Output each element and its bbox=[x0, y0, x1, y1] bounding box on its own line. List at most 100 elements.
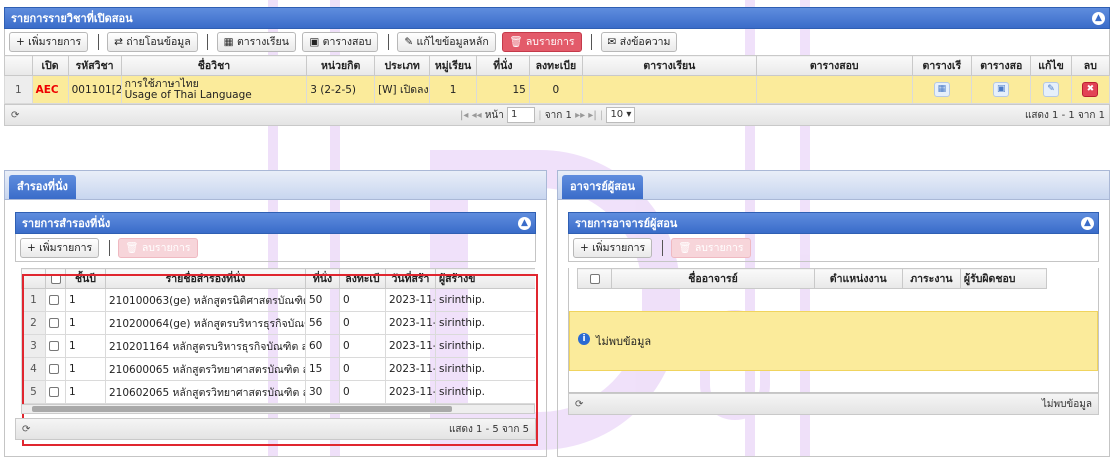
horizontal-scrollbar[interactable] bbox=[21, 404, 535, 414]
tab-reservation[interactable]: สำรองที่นั่ง bbox=[9, 175, 76, 199]
reservation-section: สำรองที่นั่ง รายการสำรองที่นั่ง ▲ + เพิ่… bbox=[4, 170, 547, 457]
refresh-icon[interactable]: ⟳ bbox=[575, 394, 583, 416]
separator bbox=[661, 240, 663, 256]
reservation-pager: ⟳ แสดง 1 - 5 จาก 5 bbox=[15, 418, 536, 440]
col-header[interactable]: ชื่อวิชา bbox=[120, 55, 308, 76]
collapse-icon[interactable]: ▲ bbox=[1081, 217, 1094, 230]
reservation-panel-title: รายการสำรองที่นั่ง bbox=[22, 217, 111, 230]
add-reservation-button[interactable]: + เพิ่มรายการ bbox=[20, 238, 100, 258]
pencil-icon: ✎ bbox=[404, 36, 417, 48]
timetable-icon[interactable]: ▦ bbox=[933, 82, 950, 97]
trash-icon: 🗑 bbox=[678, 242, 695, 254]
collapse-icon[interactable]: ▲ bbox=[518, 217, 531, 230]
credit: 3 (2-2-5) bbox=[306, 75, 376, 104]
col-header[interactable]: ชื่ออาจารย์ bbox=[611, 268, 815, 289]
delete-icon[interactable]: ✖ bbox=[1082, 82, 1099, 97]
course-code: 001101[2] bbox=[67, 75, 122, 104]
course-panel: รายการรายวิชาที่เปิดสอน ▲ + เพิ่มรายการ … bbox=[4, 7, 1111, 126]
col-header[interactable]: ลงทะเบีย bbox=[528, 55, 583, 76]
info-icon: i bbox=[578, 333, 590, 345]
reservation-toolbar: + เพิ่มรายการ 🗑 ลบรายการ bbox=[15, 234, 536, 262]
reservation-tabbar: สำรองที่นั่ง bbox=[4, 170, 547, 200]
separator bbox=[591, 34, 593, 50]
course-name: การใช้ภาษาไทย Usage of Thai Language bbox=[120, 75, 308, 104]
col-header[interactable]: ที่นั่ง bbox=[475, 55, 530, 76]
course-table-header: เปิด รหัสวิชา ชื่อวิชา หน่วยกิต ประเภท ห… bbox=[4, 55, 1111, 76]
transfer-button[interactable]: ⇄ ถ่ายโอนข้อมูล bbox=[107, 32, 198, 52]
edit-icon[interactable]: ✎ bbox=[1043, 82, 1060, 97]
course-table: เปิด รหัสวิชา ชื่อวิชา หน่วยกิต ประเภท ห… bbox=[4, 55, 1111, 104]
col-header[interactable]: ตารางเรียน bbox=[581, 55, 757, 76]
col-header[interactable]: หมู่เรียน bbox=[429, 55, 477, 76]
section: 1 bbox=[429, 75, 477, 104]
col-header[interactable]: ประเภท bbox=[374, 55, 431, 76]
instructor-pager: ⟳ ไม่พบข้อมูล bbox=[568, 393, 1099, 415]
instructor-panel-header: รายการอาจารย์ผู้สอน ▲ bbox=[568, 212, 1099, 234]
delete-instructor-button[interactable]: 🗑 ลบรายการ bbox=[671, 238, 751, 258]
col-header[interactable]: ตารางสอบ bbox=[755, 55, 913, 76]
seats: 15 bbox=[475, 75, 530, 104]
col-header[interactable]: แก้ไข bbox=[1030, 55, 1072, 76]
refresh-icon[interactable]: ⟳ bbox=[22, 419, 30, 441]
prev-page-icon[interactable]: ◂◂ bbox=[472, 110, 482, 121]
trash-icon: 🗑 bbox=[509, 36, 526, 48]
course-pager: ⟳ |◂ ◂◂ หน้า 1 | จาก 1 ▸▸ ▸| | 10 ▾ แสดง… bbox=[4, 104, 1110, 126]
course-panel-title: รายการรายวิชาที่เปิดสอน bbox=[11, 12, 133, 25]
edit-main-button[interactable]: ✎ แก้ไขข้อมูลหลัก bbox=[397, 32, 496, 52]
col-header[interactable]: ตารางสอ bbox=[971, 55, 1032, 76]
col-header[interactable]: ตำแหน่งงาน bbox=[813, 268, 903, 289]
first-page-icon[interactable]: |◂ bbox=[460, 110, 468, 121]
separator bbox=[207, 34, 209, 50]
col-header[interactable]: ภาระงาน bbox=[901, 268, 961, 289]
exam-button[interactable]: ▣ ตารางสอบ bbox=[302, 32, 379, 52]
exam-icon: ▣ bbox=[309, 36, 323, 48]
pager-info: แสดง 1 - 1 จาก 1 bbox=[1024, 110, 1105, 121]
col-header[interactable]: ลบ bbox=[1070, 55, 1111, 76]
empty-state: i ไม่พบข้อมูล bbox=[569, 311, 1098, 371]
instructor-tabbar: อาจารย์ผู้สอน bbox=[557, 170, 1110, 200]
course-toolbar: + เพิ่มรายการ ⇄ ถ่ายโอนข้อมูล ▦ ตารางเรี… bbox=[4, 29, 1110, 55]
message-button[interactable]: ✉ ส่งข้อความ bbox=[600, 32, 678, 52]
page-size-select[interactable]: 10 ▾ bbox=[606, 107, 636, 123]
timetable-button[interactable]: ▦ ตารางเรียน bbox=[216, 32, 296, 52]
reservation-panel-header: รายการสำรองที่นั่ง ▲ bbox=[15, 212, 536, 234]
instructor-table-header: ชื่ออาจารย์ ตำแหน่งงาน ภาระงาน ผู้รับผิด… bbox=[576, 268, 1048, 289]
add-button[interactable]: + เพิ่มรายการ bbox=[9, 32, 89, 52]
page-label: หน้า bbox=[484, 110, 504, 121]
col-header[interactable]: ตารางเรี bbox=[911, 55, 973, 76]
course-panel-header: รายการรายวิชาที่เปิดสอน ▲ bbox=[4, 7, 1110, 29]
envelope-icon: ✉ bbox=[607, 36, 620, 48]
delete-reservation-button[interactable]: 🗑 ลบรายการ bbox=[118, 238, 198, 258]
pager-info: แสดง 1 - 5 จาก 5 bbox=[448, 424, 529, 435]
col-header[interactable]: เปิด bbox=[31, 55, 69, 76]
separator bbox=[387, 34, 389, 50]
calendar-icon: ▦ bbox=[223, 36, 237, 48]
last-page-icon[interactable]: ▸| bbox=[588, 110, 596, 121]
empty-message: ไม่พบข้อมูล bbox=[596, 335, 652, 348]
table-row[interactable]: 1 AEC 001101[2] การใช้ภาษาไทย Usage of T… bbox=[4, 75, 1111, 104]
refresh-icon[interactable]: ⟳ bbox=[11, 105, 19, 127]
exam-icon[interactable]: ▣ bbox=[993, 82, 1010, 97]
instructor-panel-title: รายการอาจารย์ผู้สอน bbox=[575, 217, 678, 230]
col-header[interactable]: หน่วยกิต bbox=[306, 55, 376, 76]
trash-icon: 🗑 bbox=[125, 242, 142, 254]
tab-instructor[interactable]: อาจารย์ผู้สอน bbox=[562, 175, 644, 199]
col-header[interactable]: รหัสวิชา bbox=[67, 55, 122, 76]
type: [W] เปิดลง bbox=[374, 75, 431, 104]
pager-info: ไม่พบข้อมูล bbox=[1041, 399, 1092, 410]
col-header[interactable]: ผู้รับผิดชอบ bbox=[959, 268, 1048, 289]
add-instructor-button[interactable]: + เพิ่มรายการ bbox=[573, 238, 653, 258]
select-all-checkbox[interactable] bbox=[589, 273, 600, 284]
reservation-body: รายการสำรองที่นั่ง ▲ + เพิ่มรายการ 🗑 ลบร… bbox=[4, 200, 547, 457]
scrollbar-thumb[interactable] bbox=[32, 406, 452, 412]
next-page-icon[interactable]: ▸▸ bbox=[575, 110, 585, 121]
row-number: 1 bbox=[4, 75, 33, 104]
collapse-icon[interactable]: ▲ bbox=[1092, 12, 1105, 25]
transfer-icon: ⇄ bbox=[114, 36, 127, 48]
delete-button[interactable]: 🗑 ลบรายการ bbox=[502, 32, 582, 52]
instructor-body: รายการอาจารย์ผู้สอน ▲ + เพิ่มรายการ 🗑 ลบ… bbox=[557, 200, 1110, 457]
enrolled: 0 bbox=[528, 75, 583, 104]
instructor-section: อาจารย์ผู้สอน รายการอาจารย์ผู้สอน ▲ + เพ… bbox=[557, 170, 1110, 457]
page-input[interactable]: 1 bbox=[507, 107, 536, 123]
instructor-toolbar: + เพิ่มรายการ 🗑 ลบรายการ bbox=[568, 234, 1099, 262]
